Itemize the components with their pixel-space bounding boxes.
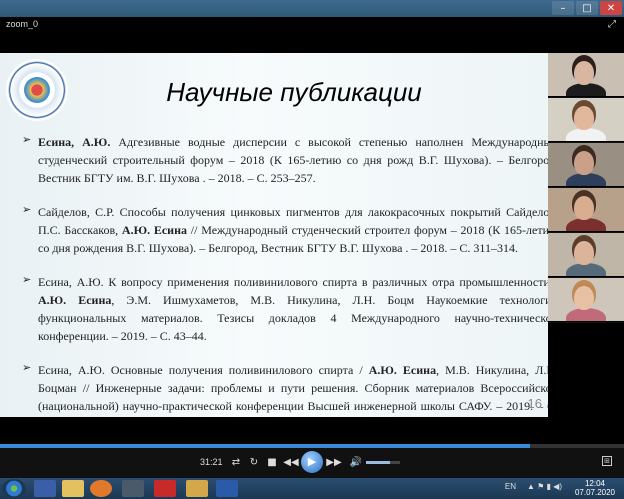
video-filename: zoom_0: [6, 19, 39, 29]
save-icon[interactable]: [34, 480, 56, 497]
title-bar: – □ ✕: [0, 0, 624, 17]
start-button[interactable]: [2, 479, 26, 498]
participant-video-tile[interactable]: [548, 188, 624, 232]
media-player-taskbar-icon[interactable]: [186, 480, 208, 497]
previous-icon[interactable]: ◀◀: [283, 456, 299, 470]
arrow-bullet-icon: ➢: [22, 133, 32, 146]
volume-slider-fill: [366, 461, 390, 464]
tray-icons[interactable]: ▲ ⚑ ▮ ◀): [527, 482, 562, 491]
participant-video-tile[interactable]: [548, 278, 624, 322]
taskbar: EN ▲ ⚑ ▮ ◀) 12:04 07.07.2020: [0, 478, 624, 499]
slide-title: Научные публикации: [166, 77, 422, 107]
close-button[interactable]: ✕: [600, 1, 622, 15]
participant-gallery: [548, 53, 624, 323]
slide-page-number: 16: [527, 396, 542, 411]
language-indicator[interactable]: EN: [505, 482, 516, 491]
fullscreen-icon[interactable]: ⤢: [608, 19, 620, 31]
next-icon[interactable]: ▶▶: [326, 456, 342, 470]
author-highlight: А.Ю. Есина: [121, 223, 188, 237]
stop-icon[interactable]: ■: [264, 456, 280, 470]
participant-video-tile[interactable]: [548, 53, 624, 97]
media-player-window: – □ ✕ zoom_0 ⤢ Научные публикации ➢ Есина…: [0, 0, 624, 478]
network-icon[interactable]: [122, 480, 144, 497]
publication-text: Адгезивные водные дисперсии с высокой ст…: [38, 135, 548, 185]
publication-text: Есина, А.Ю. К вопросу применения поливин…: [38, 275, 548, 289]
word-icon[interactable]: [216, 480, 238, 497]
participant-video-tile[interactable]: [548, 143, 624, 187]
arrow-bullet-icon: ➢: [22, 203, 32, 216]
participant-video-tile[interactable]: [548, 98, 624, 142]
arrow-bullet-icon: ➢: [22, 273, 32, 286]
clock-date: 07.07.2020: [574, 488, 616, 497]
pdf-reader-icon[interactable]: [154, 480, 176, 497]
player-controls: 31:21 ⇄ ↻ ■ ◀◀ ▶ ▶▶ 🔊 ⊞: [0, 448, 624, 478]
author-highlight: А.Ю. Есина: [368, 363, 437, 377]
volume-slider[interactable]: [366, 461, 400, 464]
arrow-bullet-icon: ➢: [22, 361, 32, 374]
participant-video-tile[interactable]: [548, 233, 624, 277]
publication-item: ➢ Есина, А.Ю. Адгезивные водные дисперсии…: [22, 133, 548, 187]
switch-to-library-icon[interactable]: ⊞: [602, 456, 612, 466]
window-controls: – □ ✕: [552, 1, 622, 15]
folder-icon[interactable]: [62, 480, 84, 497]
publication-item: ➢ Сайделов, С.Р. Способы получения цинков…: [22, 203, 548, 257]
system-clock[interactable]: 12:04 07.07.2020: [570, 479, 620, 497]
publication-text: Есина, А.Ю. Основные получения поливинил…: [38, 363, 369, 377]
repeat-icon[interactable]: ↻: [246, 456, 262, 470]
author-highlight: А.Ю. Есина: [38, 293, 112, 307]
minimize-button[interactable]: –: [552, 1, 574, 15]
publication-text: , Э.М. Ишмухаметов, М.В. Никулина, Л.Н. …: [38, 293, 548, 343]
author-highlight: Есина, А.Ю.: [38, 135, 111, 149]
presentation-slide: Научные публикации ➢ Есина, А.Ю. Адгезивн…: [0, 53, 548, 417]
maximize-button[interactable]: □: [576, 1, 598, 15]
elapsed-time: 31:21: [200, 457, 223, 467]
play-button[interactable]: ▶: [301, 451, 323, 473]
publication-item: ➢ Есина, А.Ю. К вопросу применения поливи…: [22, 273, 548, 345]
shuffle-icon[interactable]: ⇄: [228, 456, 244, 470]
firefox-icon[interactable]: [90, 480, 112, 497]
clock-time: 12:04: [584, 479, 606, 488]
publication-list: ➢ Есина, А.Ю. Адгезивные водные дисперсии…: [22, 133, 548, 417]
volume-icon[interactable]: 🔊: [348, 456, 364, 470]
publication-item: ➢ Есина, А.Ю. Основные получения поливини…: [22, 361, 548, 417]
